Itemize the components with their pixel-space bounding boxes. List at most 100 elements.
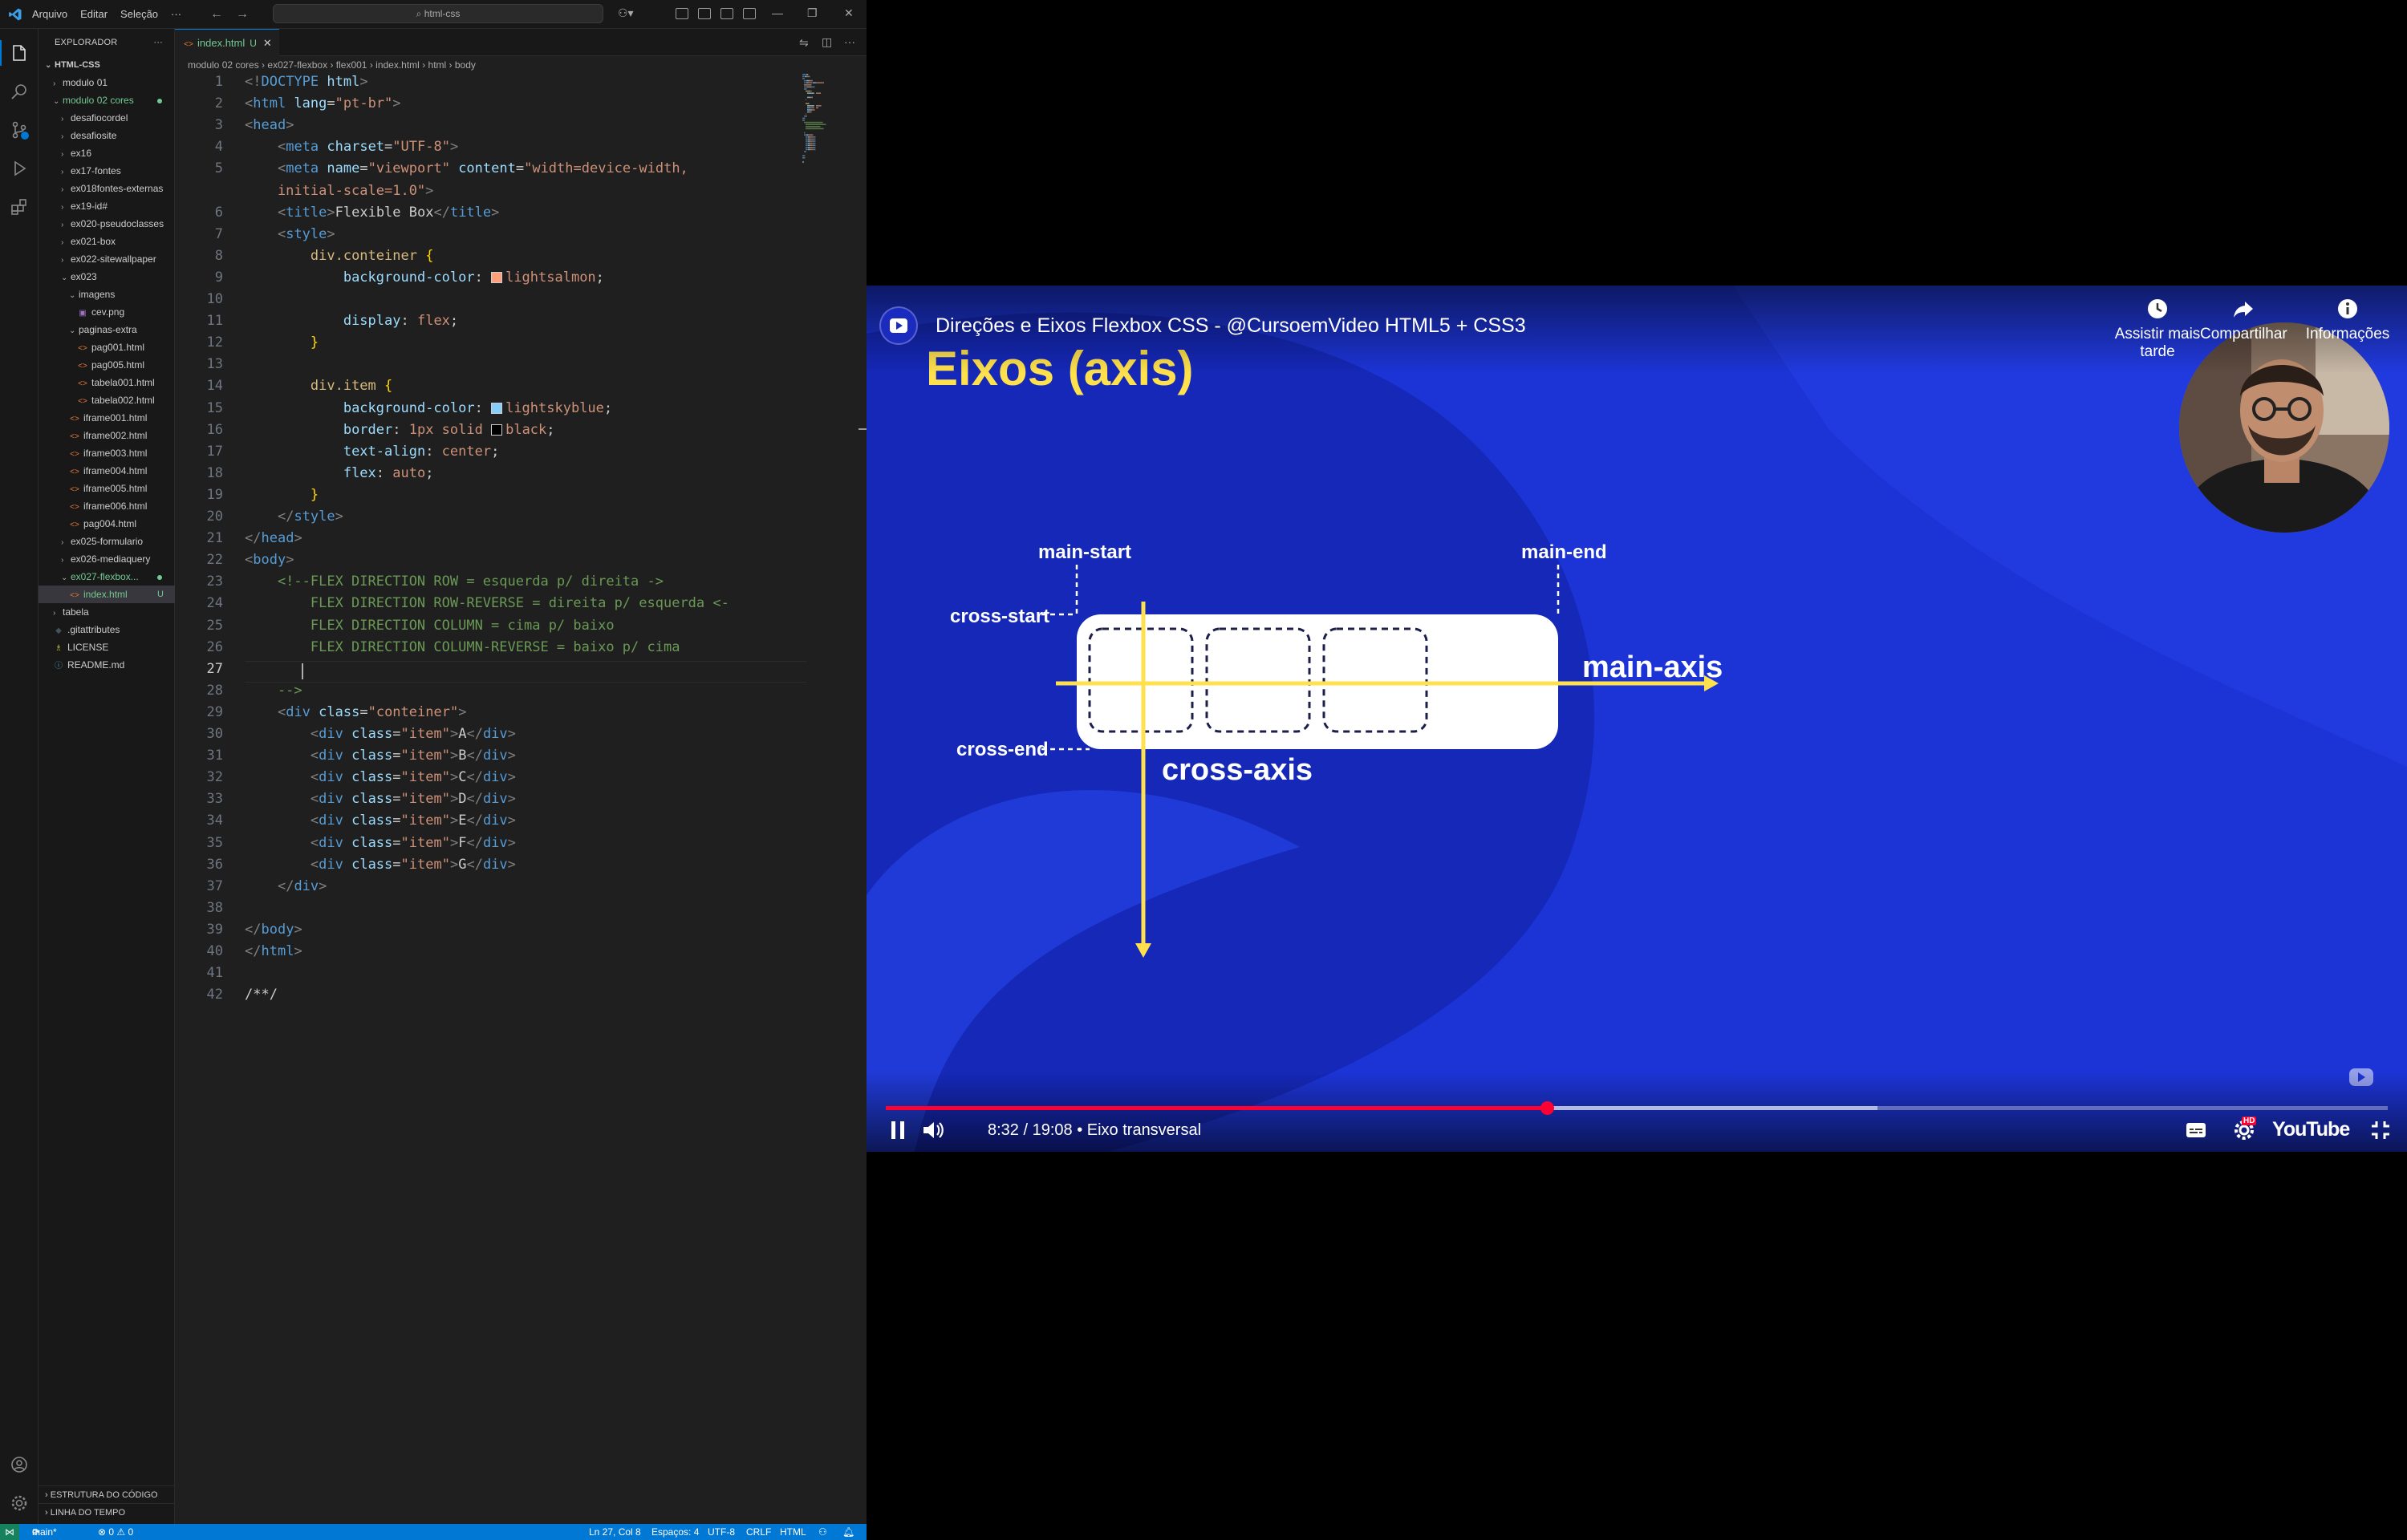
- code-line[interactable]: </style>: [245, 509, 343, 525]
- code-line[interactable]: flex: auto;: [245, 465, 434, 481]
- code-line[interactable]: [245, 660, 806, 683]
- code-line[interactable]: <html lang="pt-br">: [245, 95, 401, 111]
- code-line[interactable]: -->: [245, 683, 302, 699]
- tree-file[interactable]: <> iframe002.html: [39, 427, 175, 444]
- code-line[interactable]: <div class="item">B</div>: [245, 748, 516, 764]
- outline-section[interactable]: › ESTRUTURA DO CÓDIGO: [39, 1485, 175, 1503]
- tree-file[interactable]: <> pag004.html: [39, 515, 175, 533]
- extensions-icon[interactable]: [10, 197, 29, 217]
- volume-icon[interactable]: [919, 1116, 947, 1144]
- run-debug-icon[interactable]: [10, 159, 29, 178]
- source-control-icon[interactable]: [10, 120, 29, 140]
- copilot-status-icon[interactable]: ⚇: [818, 1524, 827, 1540]
- forward-arrow-icon[interactable]: →: [236, 7, 249, 22]
- code-line[interactable]: <head>: [245, 117, 294, 133]
- menu-more[interactable]: ···: [171, 8, 181, 20]
- pause-button[interactable]: [884, 1116, 911, 1144]
- video-title[interactable]: Direções e Eixos Flexbox CSS - @CursoemV…: [936, 314, 1526, 338]
- breadcrumb-item[interactable]: ex027-flexbox: [267, 59, 327, 71]
- code-line[interactable]: }: [245, 487, 319, 503]
- tree-folder[interactable]: › desafiosite: [39, 127, 175, 144]
- code-line[interactable]: }: [245, 334, 319, 351]
- code-line[interactable]: <!DOCTYPE html>: [245, 74, 368, 90]
- code-line[interactable]: </body>: [245, 922, 302, 938]
- code-line[interactable]: <div class="item">D</div>: [245, 791, 516, 807]
- code-line[interactable]: <div class="item">G</div>: [245, 857, 516, 873]
- tree-folder[interactable]: ⌄ modulo 02 cores: [39, 91, 175, 109]
- youtube-player[interactable]: Eixos (axis) main-start main-end cross-s…: [867, 286, 2407, 1152]
- menu-editar[interactable]: Editar: [80, 8, 108, 20]
- code-editor[interactable]: 1 <!DOCTYPE html> 2 <html lang="pt-br"> 3 <he…: [175, 74, 867, 1036]
- code-line[interactable]: </div>: [245, 878, 327, 894]
- tree-folder[interactable]: ⌄ ex023: [39, 268, 175, 286]
- color-swatch-icon[interactable]: [491, 424, 503, 436]
- code-line[interactable]: <div class="conteiner">: [245, 704, 466, 720]
- tree-file[interactable]: <> tabela002.html: [39, 391, 175, 409]
- tree-folder[interactable]: › ex026-mediaquery: [39, 550, 175, 568]
- code-line[interactable]: FLEX DIRECTION COLUMN-REVERSE = baixo p/…: [245, 639, 680, 655]
- tree-file[interactable]: <> iframe004.html: [39, 462, 175, 480]
- code-line[interactable]: background-color: lightsalmon;: [245, 270, 604, 286]
- code-line[interactable]: initial-scale=1.0">: [245, 183, 433, 199]
- code-line[interactable]: <meta name="viewport" content="width=dev…: [245, 160, 688, 176]
- compare-icon[interactable]: ⇋: [799, 36, 809, 50]
- info-button[interactable]: Informações: [2299, 297, 2396, 343]
- progress-bar[interactable]: [886, 1101, 2388, 1115]
- remote-icon[interactable]: ⋈: [0, 1524, 19, 1540]
- timeline-section[interactable]: › LINHA DO TEMPO: [39, 1503, 175, 1521]
- eol-status[interactable]: CRLF: [746, 1524, 771, 1540]
- editor-more-icon[interactable]: ···: [844, 35, 855, 48]
- breadcrumb-item[interactable]: index.html: [375, 59, 420, 71]
- tree-file[interactable]: <> iframe005.html: [39, 480, 175, 497]
- code-line[interactable]: </head>: [245, 530, 302, 546]
- youtube-brand-button[interactable]: YouTube: [2272, 1118, 2350, 1141]
- menu-arquivo[interactable]: Arquivo: [32, 8, 67, 20]
- tree-folder[interactable]: ⌄ ex027-flexbox...: [39, 568, 175, 586]
- back-arrow-icon[interactable]: ←: [210, 7, 223, 22]
- tree-file[interactable]: <> iframe006.html: [39, 497, 175, 515]
- code-line[interactable]: text-align: center;: [245, 444, 500, 460]
- code-line[interactable]: background-color: lightskyblue;: [245, 400, 612, 416]
- code-line[interactable]: <body>: [245, 552, 294, 568]
- tree-file[interactable]: ♗ LICENSE: [39, 638, 175, 656]
- account-icon[interactable]: [10, 1455, 29, 1474]
- code-line[interactable]: <div class="item">F</div>: [245, 835, 516, 851]
- split-editor-icon[interactable]: ◫: [822, 35, 832, 49]
- exit-fullscreen-icon[interactable]: [2368, 1118, 2393, 1142]
- code-line[interactable]: <div class="item">C</div>: [245, 769, 516, 785]
- breadcrumb-item[interactable]: flex001: [336, 59, 367, 71]
- tree-folder[interactable]: › ex018fontes-externas: [39, 180, 175, 197]
- command-center-search[interactable]: ⌕ html-css: [273, 4, 603, 23]
- channel-avatar[interactable]: [879, 306, 918, 345]
- tree-file[interactable]: <> iframe003.html: [39, 444, 175, 462]
- layout-secondary-icon[interactable]: [720, 8, 733, 19]
- language-status[interactable]: HTML: [780, 1524, 806, 1540]
- code-line[interactable]: FLEX DIRECTION ROW-REVERSE = direita p/ …: [245, 595, 729, 611]
- code-line[interactable]: <title>Flexible Box</title>: [245, 205, 499, 221]
- layout-sidebar-icon[interactable]: [676, 8, 688, 19]
- tree-folder[interactable]: › ex022-sitewallpaper: [39, 250, 175, 268]
- tree-folder[interactable]: ⌄ paginas-extra: [39, 321, 175, 338]
- code-line[interactable]: div.item {: [245, 378, 392, 394]
- tree-folder[interactable]: › desafiocordel: [39, 109, 175, 127]
- tree-folder[interactable]: ⌄ imagens: [39, 286, 175, 303]
- tree-folder[interactable]: › ex17-fontes: [39, 162, 175, 180]
- code-line[interactable]: display: flex;: [245, 313, 458, 329]
- tab-index-html[interactable]: <> index.html U ✕: [175, 29, 279, 56]
- tree-folder[interactable]: › tabela: [39, 603, 175, 621]
- settings-gear-icon[interactable]: [10, 1493, 29, 1513]
- copilot-icon[interactable]: ⚇▾: [618, 6, 634, 20]
- code-line[interactable]: <style>: [245, 226, 335, 242]
- color-swatch-icon[interactable]: [491, 402, 503, 414]
- restore-icon[interactable]: ❐: [807, 6, 818, 20]
- code-line[interactable]: FLEX DIRECTION COLUMN = cima p/ baixo: [245, 618, 615, 634]
- code-line[interactable]: /**/: [245, 987, 278, 1003]
- code-line[interactable]: border: 1px solid black;: [245, 422, 555, 438]
- tree-folder[interactable]: › modulo 01: [39, 74, 175, 91]
- code-line[interactable]: div.conteiner {: [245, 248, 434, 264]
- tree-folder[interactable]: › ex020-pseudoclasses: [39, 215, 175, 233]
- tree-folder[interactable]: › ex16: [39, 144, 175, 162]
- more-actions-icon[interactable]: ···: [153, 29, 163, 56]
- minimap[interactable]: [802, 74, 850, 170]
- tree-folder[interactable]: › ex19-id#: [39, 197, 175, 215]
